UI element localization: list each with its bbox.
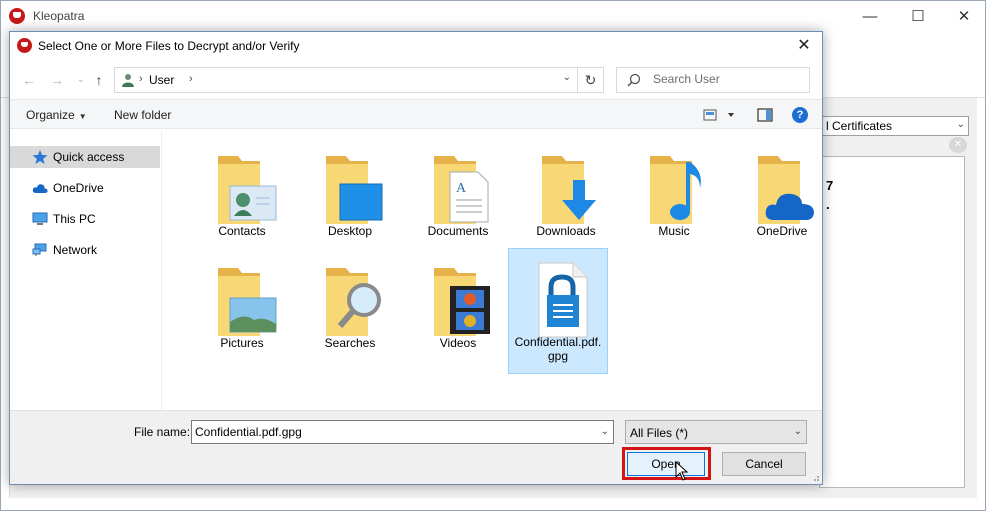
nav-item-label: Network: [53, 243, 98, 257]
cloud-icon: [32, 184, 48, 193]
search-input[interactable]: [653, 72, 803, 86]
encrypted-file-icon: [538, 262, 588, 338]
videos-folder-icon: [434, 268, 490, 336]
search-icon: [627, 73, 641, 87]
address-bar[interactable]: › User › ⌄: [114, 67, 578, 93]
kleopatra-logo-icon: [17, 38, 32, 53]
nav-item-label: Quick access: [53, 150, 125, 164]
file-label: Desktop: [327, 224, 373, 238]
open-button[interactable]: Open: [627, 452, 705, 476]
change-view-button[interactable]: [703, 107, 737, 123]
nav-item-label: OneDrive: [53, 181, 104, 195]
user-folder-icon: [122, 74, 134, 87]
documents-folder-icon: A: [434, 156, 489, 224]
search-box[interactable]: [616, 67, 810, 93]
file-name-field[interactable]: ⌄: [191, 420, 614, 444]
downloads-folder-icon: [542, 156, 596, 224]
file-label: Documents: [427, 224, 489, 238]
file-label: Music: [658, 224, 690, 238]
certificate-filter-label: l Certificates: [826, 119, 893, 133]
music-folder-icon: [650, 156, 701, 224]
chevron-down-icon[interactable]: ⌄: [601, 426, 609, 437]
cancel-button[interactable]: Cancel: [722, 452, 806, 476]
forward-button[interactable]: →: [46, 69, 68, 91]
file-confidential-pdf-gpg[interactable]: Confidential.pdf. gpg: [508, 248, 608, 374]
breadcrumb-separator: ›: [139, 73, 143, 85]
searches-folder-icon: [326, 268, 381, 336]
certificate-filter-combo[interactable]: l Certificates ⌄: [819, 116, 969, 136]
file-list: Contacts Desktop A Documents Downloads M…: [166, 132, 822, 412]
file-label: Confidential.pdf. gpg: [514, 335, 602, 363]
help-icon[interactable]: ?: [792, 107, 808, 123]
new-folder-button[interactable]: New folder: [114, 108, 171, 122]
address-dropdown-icon[interactable]: ⌄: [563, 72, 571, 83]
file-label: Downloads: [536, 224, 596, 238]
certificate-details-panel: [819, 156, 965, 488]
chevron-down-icon: ⌄: [956, 119, 965, 130]
dialog-close-button[interactable]: ✕: [792, 35, 816, 57]
folder-music[interactable]: Music: [624, 138, 724, 262]
maximize-button[interactable]: ☐: [895, 1, 941, 31]
nav-item-quick-access[interactable]: Quick access: [10, 146, 160, 168]
nav-item-onedrive[interactable]: OneDrive: [10, 177, 160, 199]
back-button[interactable]: ←: [18, 69, 40, 91]
main-title-bar: Kleopatra — ☐ ✕: [1, 1, 985, 31]
folder-searches[interactable]: Searches: [300, 250, 400, 374]
folder-downloads[interactable]: Downloads: [516, 138, 616, 262]
main-window-title: Kleopatra: [33, 9, 85, 23]
chevron-down-icon: ⌄: [793, 426, 802, 437]
file-label: Searches: [324, 336, 376, 350]
address-row: ← → ⌄ ↑ › User › ⌄ ↻: [10, 65, 822, 95]
file-name-label: File name:: [134, 425, 191, 439]
nav-item-this-pc[interactable]: This PC: [10, 208, 160, 230]
file-open-dialog: Select One or More Files to Decrypt and/…: [9, 31, 823, 485]
file-label: Pictures: [220, 336, 264, 350]
up-button[interactable]: ↑: [88, 69, 110, 91]
nav-item-network[interactable]: Network: [10, 239, 160, 261]
dialog-title: Select One or More Files to Decrypt and/…: [38, 39, 300, 53]
close-button[interactable]: ✕: [941, 1, 986, 31]
dialog-title-bar: Select One or More Files to Decrypt and/…: [10, 32, 822, 60]
star-icon: [32, 150, 48, 164]
resize-grip-icon[interactable]: [810, 472, 820, 482]
clear-search-button[interactable]: ✕: [949, 137, 967, 153]
monitor-icon: [32, 212, 48, 225]
file-name-input[interactable]: [195, 425, 585, 439]
command-bar: Organize ▼ New folder ?: [10, 99, 822, 129]
preview-pane-icon[interactable]: [757, 107, 773, 123]
folder-pictures[interactable]: Pictures: [192, 250, 292, 374]
navigation-pane: Quick access OneDrive This PC Network: [10, 130, 162, 410]
kleopatra-logo-icon: [9, 8, 25, 24]
dialog-footer: File name: ⌄ All Files (*) ⌄ Open Cancel: [10, 410, 822, 484]
mouse-cursor-icon: [675, 461, 689, 481]
folder-contacts[interactable]: Contacts: [192, 138, 292, 262]
nav-item-label: This PC: [53, 212, 96, 226]
contacts-folder-icon: [218, 156, 277, 224]
pictures-folder-icon: [218, 268, 277, 336]
desktop-folder-icon: [326, 156, 383, 224]
caret-down-icon: ▼: [78, 112, 87, 121]
onedrive-folder-icon: [758, 156, 814, 224]
folder-desktop[interactable]: Desktop: [300, 138, 400, 262]
file-label: Contacts: [218, 224, 266, 238]
svg-text:A: A: [456, 181, 467, 196]
network-icon: [32, 243, 47, 256]
file-label: OneDrive: [756, 224, 808, 238]
file-type-select[interactable]: All Files (*) ⌄: [625, 420, 807, 444]
organize-button[interactable]: Organize ▼: [26, 108, 87, 122]
minimize-button[interactable]: —: [847, 1, 893, 31]
file-label: Videos: [439, 336, 477, 350]
breadcrumb-separator[interactable]: ›: [189, 73, 193, 85]
folder-documents[interactable]: A Documents: [408, 138, 508, 262]
folder-onedrive[interactable]: OneDrive: [732, 138, 832, 262]
file-type-value: All Files (*): [630, 426, 689, 440]
refresh-button[interactable]: ↻: [578, 67, 604, 93]
breadcrumb-user[interactable]: User: [149, 73, 174, 87]
folder-videos[interactable]: Videos: [408, 250, 508, 374]
organize-label: Organize: [26, 108, 75, 122]
